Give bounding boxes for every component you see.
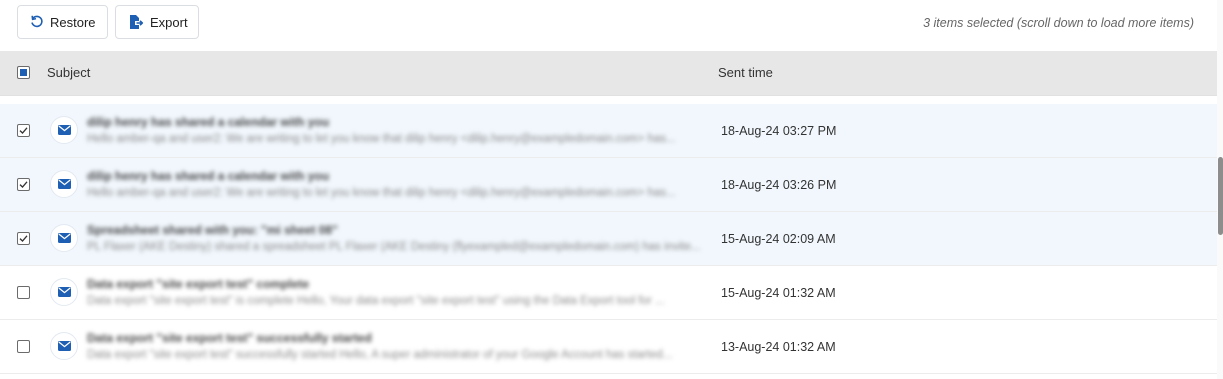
message-subject: Data export "site export test" successfu… bbox=[87, 331, 372, 345]
message-preview: Hello amber-qa and user2: We are writing… bbox=[87, 187, 676, 199]
message-subject: Spreadsheet shared with you: "mi sheet 0… bbox=[87, 223, 338, 237]
mail-icon bbox=[50, 278, 78, 306]
message-sent-time: 18-Aug-24 03:26 PM bbox=[721, 178, 837, 192]
message-list: dilip henry has shared a calendar with y… bbox=[0, 104, 1218, 374]
message-subject: dilip henry has shared a calendar with y… bbox=[87, 115, 330, 129]
table-row[interactable]: Spreadsheet shared with you: "mi sheet 0… bbox=[0, 212, 1218, 266]
table-row[interactable]: Data export "site export test" successfu… bbox=[0, 320, 1218, 374]
row-checkbox[interactable] bbox=[17, 178, 30, 191]
mail-icon bbox=[50, 332, 78, 360]
message-preview: PL Flaxer (AKE Destiny) shared a spreads… bbox=[87, 241, 701, 253]
export-button[interactable]: Export bbox=[115, 5, 199, 39]
select-all-checkbox[interactable] bbox=[17, 66, 30, 79]
check-icon bbox=[19, 235, 28, 242]
table-header: Subject Sent time bbox=[0, 51, 1218, 96]
message-subject: Data export "site export test" complete bbox=[87, 277, 310, 291]
row-checkbox[interactable] bbox=[17, 286, 30, 299]
scrollbar-track[interactable] bbox=[1217, 0, 1223, 379]
message-sent-time: 13-Aug-24 01:32 AM bbox=[721, 340, 836, 354]
scrollbar-thumb[interactable] bbox=[1218, 157, 1223, 235]
mail-icon bbox=[50, 170, 78, 198]
row-checkbox[interactable] bbox=[17, 124, 30, 137]
row-checkbox[interactable] bbox=[17, 340, 30, 353]
export-label: Export bbox=[150, 14, 188, 30]
message-preview: Data export "site export test" successfu… bbox=[87, 349, 673, 361]
mail-icon bbox=[50, 116, 78, 144]
message-sent-time: 18-Aug-24 03:27 PM bbox=[721, 124, 837, 138]
message-subject: dilip henry has shared a calendar with y… bbox=[87, 169, 330, 183]
message-sent-time: 15-Aug-24 01:32 AM bbox=[721, 286, 836, 300]
restore-button[interactable]: Restore bbox=[17, 5, 108, 39]
mail-icon bbox=[50, 224, 78, 252]
table-row[interactable]: Data export "site export test" complete … bbox=[0, 266, 1218, 320]
restore-icon bbox=[30, 14, 44, 30]
toolbar: Restore Export 3 items selected (scroll … bbox=[0, 0, 1218, 50]
message-preview: Data export "site export test" is comple… bbox=[87, 295, 665, 307]
check-icon bbox=[19, 127, 28, 134]
table-row[interactable]: dilip henry has shared a calendar with y… bbox=[0, 104, 1218, 158]
row-checkbox[interactable] bbox=[17, 232, 30, 245]
partial-select-indicator bbox=[20, 69, 27, 76]
restore-label: Restore bbox=[50, 14, 96, 30]
table-row[interactable]: dilip henry has shared a calendar with y… bbox=[0, 158, 1218, 212]
selection-info: 3 items selected (scroll down to load mo… bbox=[923, 16, 1194, 30]
export-icon bbox=[128, 14, 144, 30]
message-sent-time: 15-Aug-24 02:09 AM bbox=[721, 232, 836, 246]
message-preview: Hello amber-qa and user2: We are writing… bbox=[87, 133, 676, 145]
column-header-sent-time[interactable]: Sent time bbox=[718, 65, 773, 80]
check-icon bbox=[19, 181, 28, 188]
column-header-subject[interactable]: Subject bbox=[47, 65, 90, 80]
